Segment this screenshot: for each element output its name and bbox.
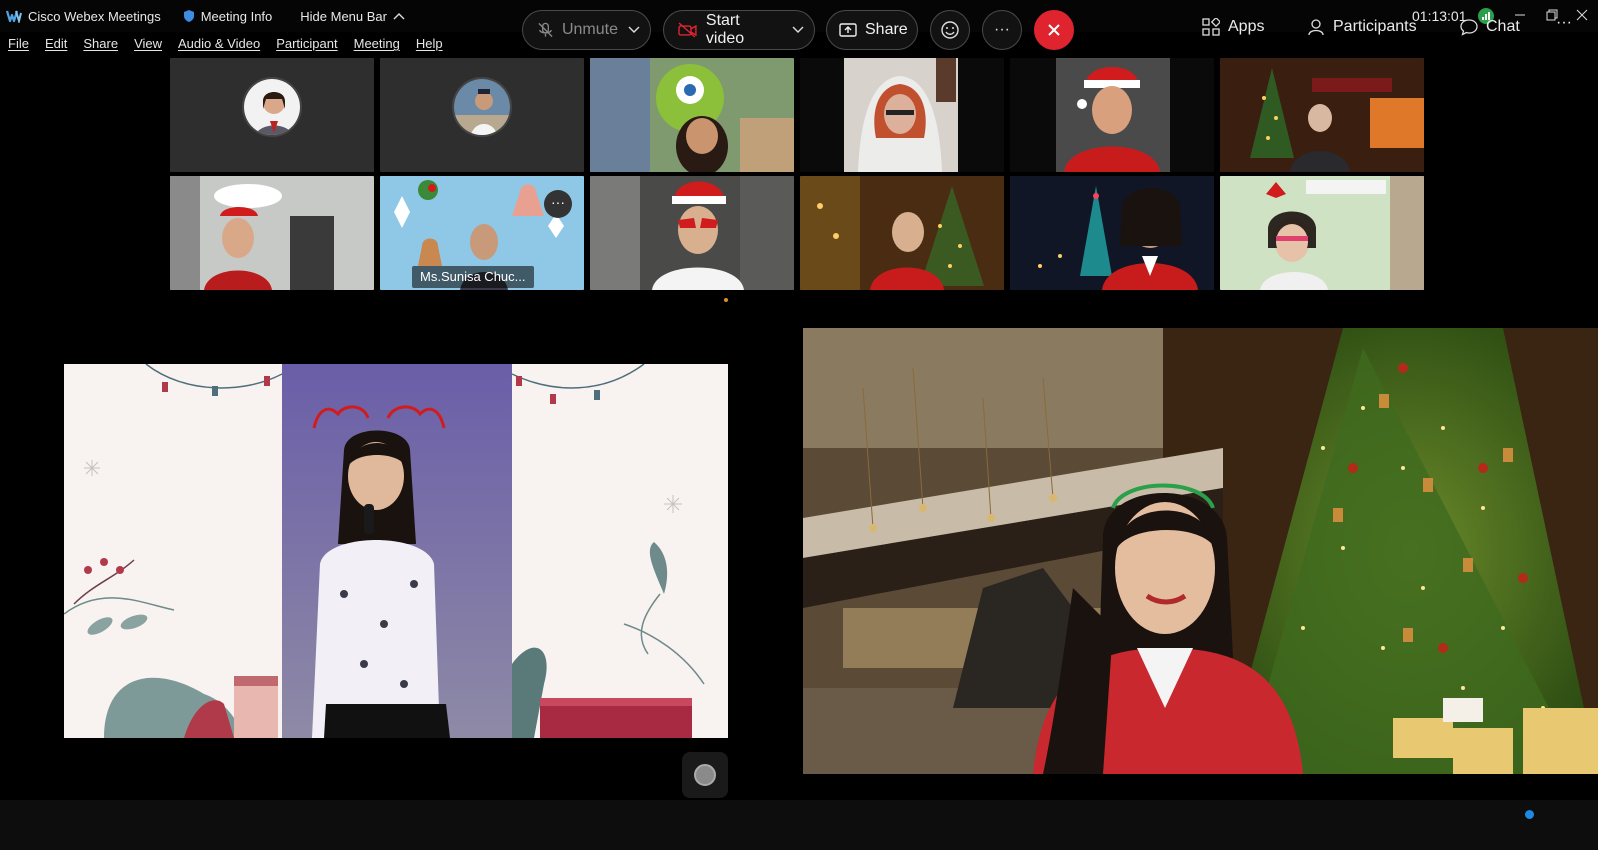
start-video-button[interactable]: Start video (663, 10, 815, 50)
participant-tile[interactable] (170, 58, 374, 172)
participants-button[interactable]: Participants (1307, 18, 1417, 36)
emoji-icon (941, 21, 959, 39)
menu-edit[interactable]: Edit (45, 36, 67, 56)
shared-content-image (64, 364, 728, 738)
participant-more-button[interactable]: ··· (544, 190, 572, 218)
apps-icon (1202, 18, 1220, 36)
meeting-timer: 01:13:01 (1412, 8, 1467, 24)
participant-thumbnail-grid: ··· Ms.Sunisa Chuc... (170, 58, 1428, 290)
participant-video[interactable] (590, 176, 794, 290)
more-options-button[interactable]: ··· (982, 10, 1022, 50)
unmute-button[interactable]: Unmute (522, 10, 651, 50)
menu-file[interactable]: File (8, 36, 29, 56)
leave-meeting-button[interactable] (1034, 10, 1074, 50)
avatar (452, 77, 512, 137)
video-off-icon (678, 22, 697, 38)
participant-video[interactable] (800, 176, 1004, 290)
participant-video[interactable] (800, 58, 1004, 172)
participant-video[interactable] (1010, 176, 1214, 290)
shield-icon (183, 10, 194, 22)
chevron-down-icon[interactable] (628, 23, 640, 37)
participant-tile[interactable] (380, 58, 584, 172)
participant-video[interactable] (1220, 58, 1424, 172)
participant-video[interactable]: ··· Ms.Sunisa Chuc... (380, 176, 584, 290)
record-dot-icon (694, 764, 716, 786)
chat-button[interactable]: Chat (1460, 18, 1520, 36)
participants-label: Participants (1333, 18, 1417, 35)
speaker-video-image (803, 328, 1598, 774)
menu-view[interactable]: View (134, 36, 162, 56)
close-icon (1048, 24, 1060, 36)
unmute-label: Unmute (561, 21, 618, 38)
share-label: Share (865, 21, 908, 38)
shared-content-stage (64, 364, 728, 738)
participant-video[interactable] (170, 176, 374, 290)
self-view-toggle[interactable] (682, 752, 728, 798)
close-icon[interactable] (1568, 4, 1596, 26)
webex-logo-icon (6, 10, 22, 23)
participant-video[interactable] (1010, 58, 1214, 172)
meeting-control-bar (0, 800, 1598, 850)
chat-notification-badge (1525, 810, 1534, 819)
chat-label: Chat (1486, 18, 1520, 35)
microphone-muted-icon (538, 22, 553, 38)
avatar (242, 77, 302, 137)
participant-video[interactable] (1220, 176, 1424, 290)
reactions-button[interactable] (930, 10, 970, 50)
meeting-info-label: Meeting Info (200, 8, 273, 24)
participant-video[interactable] (590, 58, 794, 172)
menu-participant[interactable]: Participant (276, 36, 337, 56)
app-name: Cisco Webex Meetings (28, 8, 161, 24)
page-indicator-dot (724, 298, 728, 302)
menu-meeting[interactable]: Meeting (354, 36, 400, 56)
chat-icon (1460, 19, 1478, 36)
apps-label: Apps (1228, 18, 1265, 35)
menu-share[interactable]: Share (83, 36, 118, 56)
menu-help[interactable]: Help (416, 36, 443, 56)
hide-menu-label: Hide Menu Bar (300, 8, 387, 24)
overflow-menu-button[interactable]: ··· (1556, 14, 1572, 32)
hide-menu-bar-button[interactable]: Hide Menu Bar (300, 9, 405, 24)
meeting-info-button[interactable]: Meeting Info (183, 8, 273, 24)
share-button[interactable]: Share (826, 10, 918, 50)
menu-bar: File Edit Share View Audio & Video Parti… (0, 36, 443, 56)
share-screen-icon (839, 23, 857, 37)
chevron-down-icon[interactable] (792, 23, 804, 37)
app-title: Cisco Webex Meetings (0, 9, 161, 24)
participants-icon (1308, 19, 1324, 36)
participant-name-tag: Ms.Sunisa Chuc... (412, 266, 534, 288)
chevron-up-icon (393, 13, 405, 20)
menu-audio-video[interactable]: Audio & Video (178, 36, 260, 56)
active-speaker-video (803, 328, 1598, 774)
start-video-label: Start video (705, 12, 745, 47)
apps-button[interactable]: Apps (1202, 18, 1264, 36)
